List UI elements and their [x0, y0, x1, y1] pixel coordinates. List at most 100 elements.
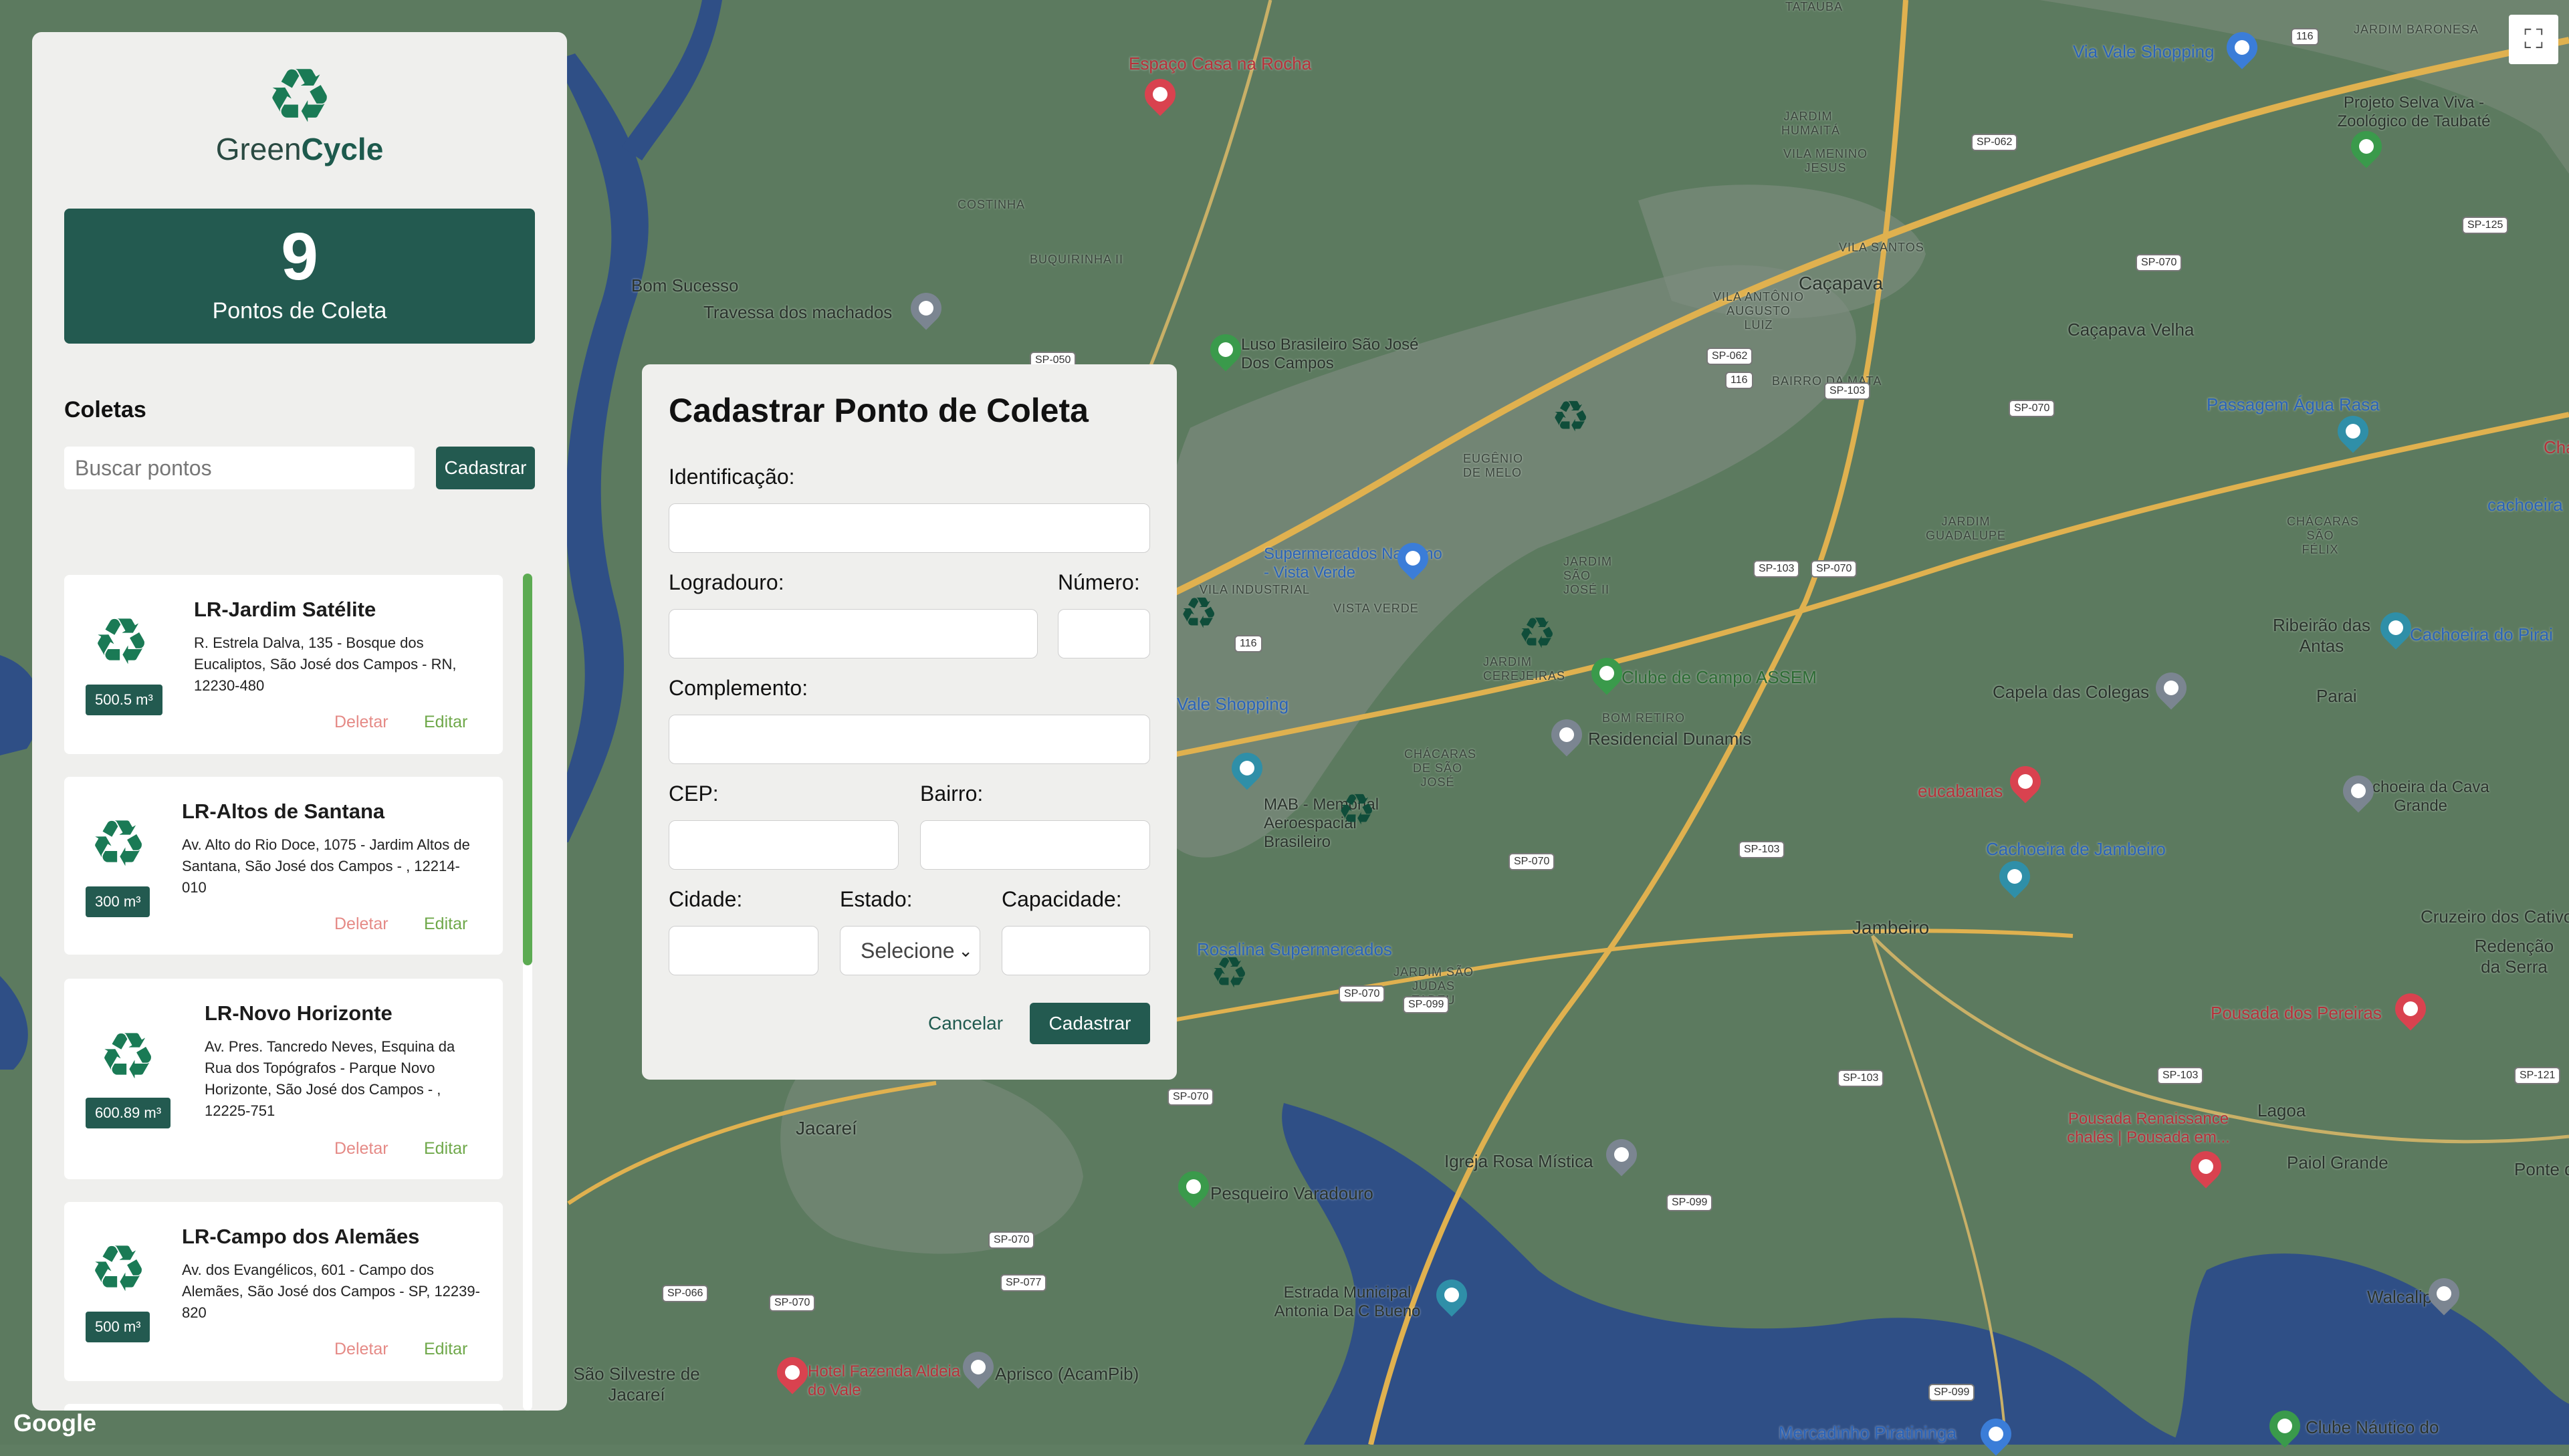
- delete-button[interactable]: Deletar: [334, 1340, 388, 1359]
- recycle-icon: ♻: [90, 1231, 148, 1306]
- capacity-badge: 600.89 m³: [86, 1098, 171, 1128]
- map-place-label: Parai: [2316, 686, 2357, 706]
- map-place-label[interactable]: Vale Shopping: [1177, 694, 1289, 715]
- identificacao-label: Identificação:: [669, 465, 795, 489]
- points-count: 9: [281, 219, 318, 294]
- capacidade-input[interactable]: [1002, 926, 1150, 975]
- collection-point-card[interactable]: [64, 1404, 503, 1411]
- map-place-label[interactable]: Pousada dos Pereiras: [2211, 1003, 2382, 1023]
- map-place-label[interactable]: Hotel Fazenda Aldeia do Vale: [808, 1362, 962, 1400]
- map-place-label: Ponte de: [2514, 1159, 2569, 1179]
- cep-label: CEP:: [669, 781, 719, 806]
- map-place-label: Caçapava Velha: [2068, 320, 2195, 340]
- edit-button[interactable]: Editar: [424, 1340, 467, 1359]
- map-place-label[interactable]: Aprisco (AcamPib): [995, 1364, 1139, 1384]
- map-place-label: Lagoa: [2257, 1100, 2306, 1120]
- collection-point-marker[interactable]: ♻: [1551, 396, 1589, 439]
- map-place-label: Cha do: [2544, 437, 2569, 457]
- cancel-button[interactable]: Cancelar: [928, 1013, 1003, 1034]
- collection-point-marker[interactable]: ♻: [1337, 789, 1375, 832]
- map-place-label: VILA MENINO JESUS: [1783, 147, 1868, 174]
- complemento-input[interactable]: [669, 715, 1150, 764]
- delete-button[interactable]: Deletar: [334, 713, 388, 732]
- collection-point-card[interactable]: ♻ 500 m³ LR-Campo dos Alemães Av. dos Ev…: [64, 1202, 503, 1381]
- map-place-label[interactable]: eucabanas: [1918, 781, 2003, 802]
- map-place-label[interactable]: Mercadinho Piratininga: [1779, 1423, 1957, 1443]
- capacity-badge: 500.5 m³: [86, 685, 162, 715]
- map-place-label[interactable]: Passagem Água Rasa: [2207, 394, 2380, 415]
- map-place-label: Paiol Grande: [2287, 1152, 2388, 1173]
- map-place-label: Bom Sucesso: [631, 275, 739, 295]
- bairro-label: Bairro:: [920, 781, 984, 806]
- map-place-label[interactable]: Residencial Dunamis: [1588, 729, 1751, 749]
- cidade-input[interactable]: [669, 926, 818, 975]
- map-place-label: JARDIM SÃO JOSÉ II: [1563, 555, 1612, 596]
- map-place-label[interactable]: Cachoeira do Pirai: [2410, 624, 2553, 645]
- map-place-label[interactable]: Via Vale Shopping: [2073, 41, 2215, 62]
- recycle-icon: ♻: [90, 806, 148, 881]
- register-point-button[interactable]: Cadastrar: [436, 447, 535, 489]
- map-place-label[interactable]: Capela das Colegas: [1993, 682, 2149, 703]
- map-place-label[interactable]: Clube Náutico do: [2306, 1417, 2439, 1438]
- map-place-label: JARDIM CEREJEIRAS: [1483, 655, 1566, 683]
- point-name: LR-Jardim Satélite: [194, 598, 376, 621]
- brand-name: GreenCycle: [215, 132, 384, 166]
- fullscreen-icon[interactable]: ⛶: [2509, 15, 2558, 64]
- map-place-label: EUGÊNIO DE MELO: [1463, 452, 1524, 479]
- submit-button[interactable]: Cadastrar: [1030, 1003, 1150, 1044]
- search-input[interactable]: [64, 447, 415, 489]
- delete-button[interactable]: Deletar: [334, 915, 388, 934]
- map-place-label[interactable]: Espaço Casa na Rocha: [1129, 53, 1311, 74]
- recycle-icon: ♻: [265, 53, 334, 140]
- collection-point-marker[interactable]: ♻: [1180, 592, 1218, 635]
- collection-points-list[interactable]: ♻ 500.5 m³ LR-Jardim Satélite R. Estrela…: [64, 541, 535, 1411]
- edit-button[interactable]: Editar: [424, 713, 467, 732]
- map-place-label[interactable]: Luso Brasileiro São José Dos Campos: [1241, 336, 1442, 373]
- capacidade-label: Capacidade:: [1002, 887, 1122, 911]
- estado-label: Estado:: [840, 887, 913, 911]
- register-point-modal: Cadastrar Ponto de Coleta Identificação:…: [642, 364, 1177, 1080]
- map-place-label[interactable]: Pousada Renaissance chalés | Pousada em.…: [2051, 1110, 2245, 1147]
- delete-button[interactable]: Deletar: [334, 1139, 388, 1159]
- map-place-label[interactable]: Projeto Selva Viva - Zoológico de Taubat…: [2314, 94, 2514, 131]
- collection-point-marker[interactable]: ♻: [1210, 952, 1248, 995]
- map-place-label[interactable]: Cachoeira de Jambeiro: [1986, 839, 2166, 860]
- map-place-label: BOM RETIRO: [1602, 711, 1686, 725]
- bairro-input[interactable]: [920, 820, 1150, 870]
- list-scrollbar-thumb[interactable]: [523, 574, 532, 965]
- collection-point-card[interactable]: ♻ 300 m³ LR-Altos de Santana Av. Alto do…: [64, 777, 503, 955]
- map-place-label[interactable]: Igreja Rosa Mística: [1444, 1151, 1593, 1172]
- estado-select[interactable]: Selecione ⌄: [840, 926, 980, 975]
- capacity-badge: 500 m³: [86, 1312, 150, 1342]
- collection-point-marker[interactable]: ♻: [1518, 612, 1556, 655]
- point-address: Av. Alto do Rio Doce, 1075 - Jardim Alto…: [182, 836, 470, 896]
- estado-selected-value: Selecione: [861, 939, 955, 963]
- points-count-label: Pontos de Coleta: [212, 298, 387, 324]
- edit-button[interactable]: Editar: [424, 915, 467, 934]
- map-place-label: VILA SANTOS: [1839, 241, 1924, 254]
- cidade-label: Cidade:: [669, 887, 743, 911]
- map-place-label: JARDIM GUADALUPE: [1926, 515, 2007, 542]
- map-place-label: Redenção da Serra: [2474, 936, 2554, 977]
- collection-point-card[interactable]: ♻ 500.5 m³ LR-Jardim Satélite R. Estrela…: [64, 575, 503, 754]
- cep-input[interactable]: [669, 820, 899, 870]
- map-place-label[interactable]: Pesqueiro Varadouro: [1210, 1183, 1373, 1204]
- collection-point-card[interactable]: ♻ 600.89 m³ LR-Novo Horizonte Av. Pres. …: [64, 979, 503, 1179]
- point-name: LR-Altos de Santana: [182, 800, 385, 823]
- map-place-label: TATAUBA: [1785, 0, 1844, 13]
- edit-button[interactable]: Editar: [424, 1139, 467, 1159]
- logradouro-label: Logradouro:: [669, 570, 784, 594]
- map-place-label: VISTA VERDE: [1333, 602, 1419, 615]
- map-place-label: Caçapava: [1799, 273, 1884, 293]
- identificacao-input[interactable]: [669, 503, 1150, 553]
- map-place-label[interactable]: Travessa dos machados: [703, 302, 892, 323]
- map-place-label: Cruzeiro dos Cativos: [2421, 906, 2569, 927]
- google-logo[interactable]: Google: [13, 1409, 96, 1437]
- capacity-badge: 300 m³: [86, 886, 150, 917]
- map-place-label: VILA ANTÔNIO AUGUSTO LUIZ: [1712, 290, 1805, 332]
- map-place-label[interactable]: Clube de Campo ASSEM: [1622, 667, 1817, 688]
- logradouro-input[interactable]: [669, 609, 1038, 658]
- numero-input[interactable]: [1058, 609, 1150, 658]
- modal-title: Cadastrar Ponto de Coleta: [669, 392, 1089, 429]
- map-place-label[interactable]: Estrada Municipal Antonia Da C Bueno: [1257, 1284, 1438, 1321]
